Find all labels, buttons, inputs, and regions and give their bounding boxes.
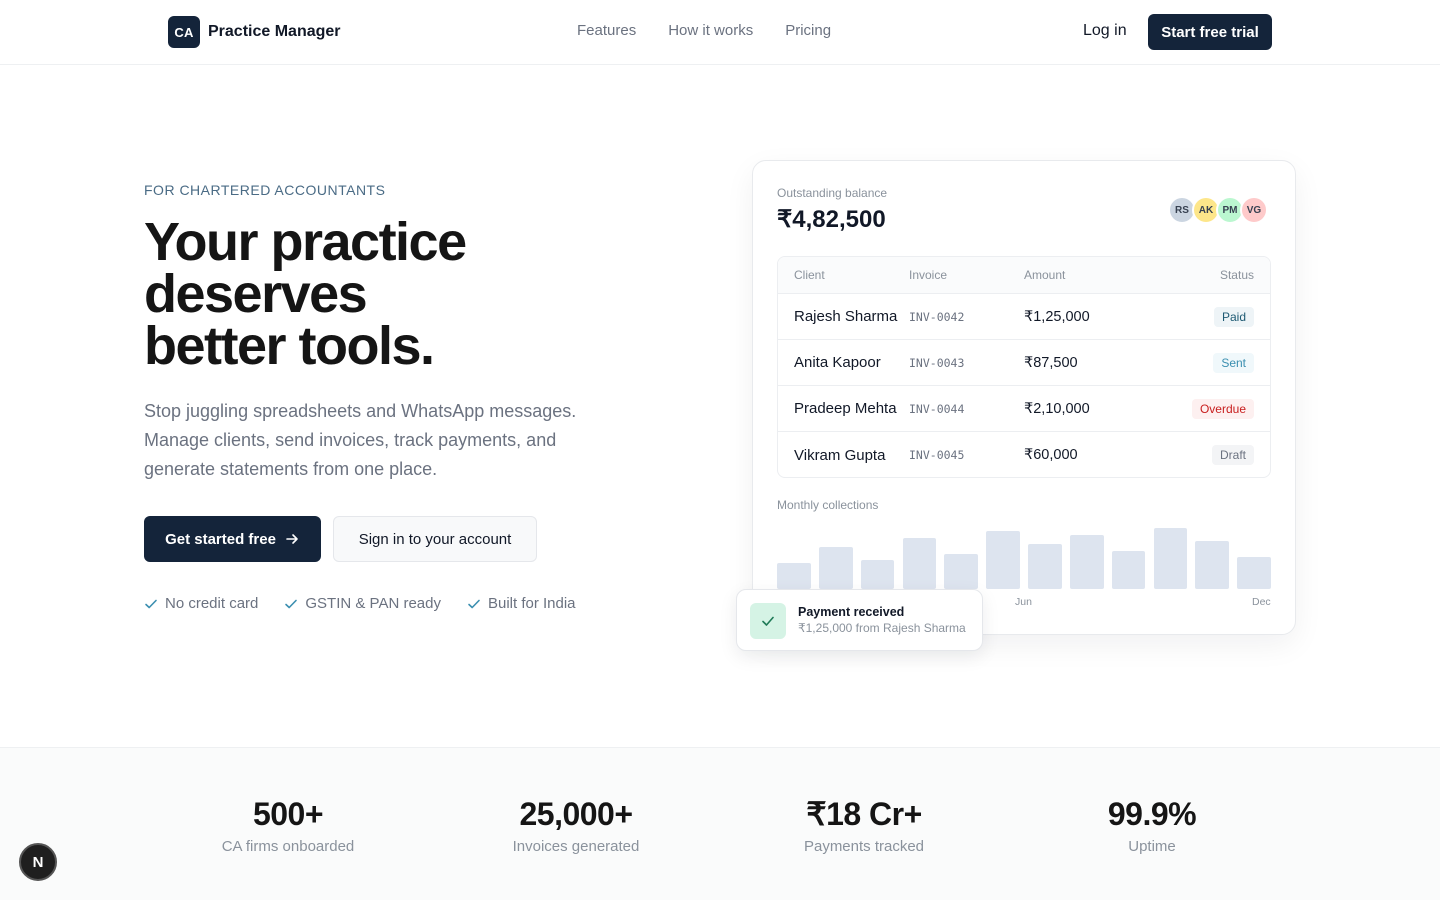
x-tick-label: Dec	[1252, 596, 1271, 608]
status-cell: Draft	[1211, 432, 1254, 477]
table-row[interactable]: Anita Kapoor INV-0043 ₹87,500 Sent	[778, 340, 1270, 386]
toast-title: Payment received	[798, 605, 905, 619]
hero-headline: Your practice deserves better tools.	[144, 212, 664, 376]
invoice-table: Client Invoice Amount Status Rajesh Shar…	[777, 256, 1271, 478]
table-row[interactable]: Rajesh Sharma INV-0042 ₹1,25,000 Paid	[778, 294, 1270, 340]
stat-value: 500+	[252, 796, 324, 832]
column-header-client: Client	[794, 268, 825, 282]
hero-subtext: Stop juggling spreadsheets and WhatsApp …	[144, 401, 577, 479]
status-badge: Sent	[1213, 352, 1254, 373]
chart-bar	[1153, 528, 1188, 589]
invoice-amount: ₹1,25,000	[1024, 308, 1090, 325]
client-name: Anita Kapoor	[794, 354, 881, 371]
brand-logo[interactable]: CA Practice Manager	[168, 16, 341, 48]
chart-bar	[1237, 557, 1271, 589]
client-name: Vikram Gupta	[794, 446, 886, 464]
invoice-number: INV-0044	[909, 401, 965, 416]
status-badge: Draft	[1211, 445, 1254, 465]
status-badge: Overdue	[1191, 398, 1254, 419]
chart-bar	[1069, 535, 1104, 589]
chart-bar	[1195, 541, 1230, 589]
dashboard-preview-card: Outstanding balance ₹4,82,500 RS AK PM V…	[752, 160, 1296, 635]
status-cell: Paid	[1213, 294, 1254, 339]
stat-block: ₹18 Cr+ Payments tracked	[720, 796, 1008, 855]
check-label: GSTIN & PAN ready	[305, 595, 441, 612]
check-icon	[468, 599, 480, 608]
chart-title: Monthly collections	[777, 498, 879, 512]
client-name: Pradeep Mehta	[794, 400, 897, 417]
check-icon	[145, 599, 157, 608]
avatar: VG	[1240, 196, 1268, 224]
avatar-stack: RS AK PM VG	[1168, 196, 1268, 224]
sign-in-button[interactable]: Sign in to your account	[333, 516, 537, 562]
nav-links: Features How it works Pricing	[577, 22, 831, 39]
check-item: No credit card	[144, 595, 258, 612]
headline-line-1: Your practice	[144, 212, 467, 272]
chart-bar	[902, 538, 937, 589]
hero-eyebrow: FOR CHARTERED ACCOUNTANTS	[144, 182, 386, 198]
column-header-amount: Amount	[1024, 268, 1066, 282]
stat-value: 25,000+	[519, 796, 633, 832]
invoice-amount: ₹87,500	[1024, 354, 1078, 371]
nav-link-features[interactable]: Features	[577, 22, 636, 39]
balance-label: Outstanding balance	[777, 186, 888, 200]
check-item: Built for India	[467, 595, 576, 612]
chart-bar	[777, 563, 811, 589]
login-link[interactable]: Log in	[1083, 22, 1127, 40]
table-row[interactable]: Pradeep Mehta INV-0044 ₹2,10,000 Overdue	[778, 386, 1270, 432]
invoice-number: INV-0043	[909, 355, 965, 370]
invoice-amount: ₹2,10,000	[1024, 400, 1090, 417]
chart-bar	[818, 547, 853, 589]
stat-block: 99.9% Uptime	[1008, 796, 1296, 855]
table-header: Client Invoice Amount Status	[778, 257, 1270, 294]
stat-label: CA firms onboarded	[221, 838, 355, 855]
headline-line-2: deserves	[144, 264, 368, 324]
column-header-status: Status	[1219, 268, 1254, 282]
stat-label: Invoices generated	[512, 838, 640, 855]
stat-value: 99.9%	[1107, 796, 1197, 832]
top-navbar: CA Practice Manager Features How it work…	[0, 0, 1440, 65]
feature-checklist: No credit card GSTIN & PAN ready Built f…	[144, 595, 576, 612]
get-started-label: Get started free	[165, 530, 276, 548]
dev-tools-badge[interactable]: N	[19, 843, 57, 881]
stat-block: 25,000+ Invoices generated	[432, 796, 720, 855]
chart-bar	[986, 531, 1020, 589]
headline-line-3: better tools.	[144, 316, 435, 376]
nav-link-pricing[interactable]: Pricing	[785, 22, 831, 39]
logo-mark: CA	[168, 16, 200, 48]
balance-value: ₹4,82,500	[777, 206, 886, 233]
stat-label: Uptime	[1128, 838, 1176, 855]
check-item: GSTIN & PAN ready	[284, 595, 441, 612]
nav-link-how-it-works[interactable]: How it works	[668, 22, 753, 39]
invoice-amount: ₹60,000	[1024, 447, 1078, 463]
stats-section: 500+ CA firms onboarded 25,000+ Invoices…	[0, 747, 1440, 900]
status-cell: Sent	[1213, 340, 1254, 385]
column-header-invoice: Invoice	[909, 268, 948, 282]
check-icon	[750, 603, 786, 639]
chart-bar	[1111, 551, 1146, 589]
stat-label: Payments tracked	[803, 838, 925, 855]
chart-bar	[1028, 544, 1062, 589]
x-tick-label: Jun	[1015, 596, 1032, 608]
start-free-trial-button[interactable]: Start free trial	[1148, 14, 1272, 50]
monthly-collections-chart	[777, 519, 1271, 589]
check-label: No credit card	[165, 595, 259, 612]
client-name: Rajesh Sharma	[794, 308, 898, 325]
chart-bar	[944, 554, 979, 589]
status-cell: Overdue	[1191, 386, 1254, 431]
stat-value: ₹18 Cr+	[806, 796, 922, 832]
table-row[interactable]: Vikram Gupta INV-0045 ₹60,000 Draft	[778, 432, 1270, 477]
toast-subtitle: ₹1,25,000 from Rajesh Sharma	[798, 621, 966, 635]
invoice-number: INV-0045	[909, 448, 965, 462]
arrow-right-icon	[286, 534, 298, 544]
chart-bar	[860, 560, 895, 589]
check-label: Built for India	[487, 595, 576, 612]
brand-name: Practice Manager	[208, 23, 341, 40]
stat-block: 500+ CA firms onboarded	[144, 796, 432, 855]
invoice-number: INV-0042	[909, 309, 965, 324]
get-started-button[interactable]: Get started free	[144, 516, 321, 562]
check-icon	[285, 599, 298, 608]
status-badge: Paid	[1213, 306, 1254, 327]
payment-toast: Payment received ₹1,25,000 from Rajesh S…	[736, 589, 983, 651]
